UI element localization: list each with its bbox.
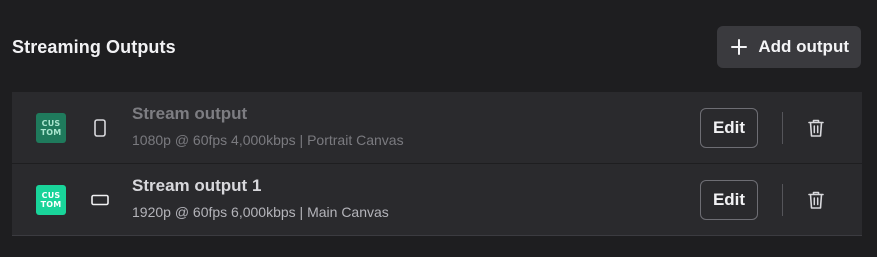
landscape-screen-icon (90, 190, 110, 210)
streaming-outputs-panel: Streaming Outputs Add output CUS TOM Str… (0, 0, 877, 257)
output-name: Stream output (132, 104, 248, 123)
custom-badge-icon: CUS TOM (36, 112, 66, 143)
plus-icon (730, 38, 748, 56)
phone-portrait-icon (90, 118, 110, 138)
output-row[interactable]: CUS TOM Stream output 1080p @ 60fps 4,00… (12, 92, 862, 163)
badge-line-1: CUS (41, 190, 61, 200)
divider (782, 111, 783, 144)
add-output-label: Add output (758, 37, 849, 56)
badge-line-2: TOM (40, 127, 62, 137)
badge-line-2: TOM (40, 199, 62, 209)
trash-icon[interactable] (807, 118, 825, 138)
output-name: Stream output 1 (132, 176, 262, 195)
output-info: Stream output 1080p @ 60fps 4,000kbps | … (132, 104, 404, 148)
divider (782, 183, 783, 216)
badge-line-1: CUS (41, 118, 61, 128)
output-meta: 1920p @ 60fps 6,000kbps | Main Canvas (132, 204, 389, 220)
output-row[interactable]: CUS TOM Stream output 1 1920p @ 60fps 6,… (12, 163, 862, 235)
add-output-button[interactable]: Add output (717, 26, 861, 68)
header: Streaming Outputs Add output (12, 26, 861, 68)
output-info: Stream output 1 1920p @ 60fps 6,000kbps … (132, 176, 389, 220)
edit-button[interactable]: Edit (700, 179, 758, 220)
output-meta: 1080p @ 60fps 4,000kbps | Portrait Canva… (132, 132, 404, 148)
trash-icon[interactable] (807, 190, 825, 210)
section-title: Streaming Outputs (12, 36, 176, 57)
edit-button[interactable]: Edit (700, 107, 758, 148)
custom-badge-icon: CUS TOM (36, 184, 66, 215)
output-list: CUS TOM Stream output 1080p @ 60fps 4,00… (12, 92, 862, 236)
